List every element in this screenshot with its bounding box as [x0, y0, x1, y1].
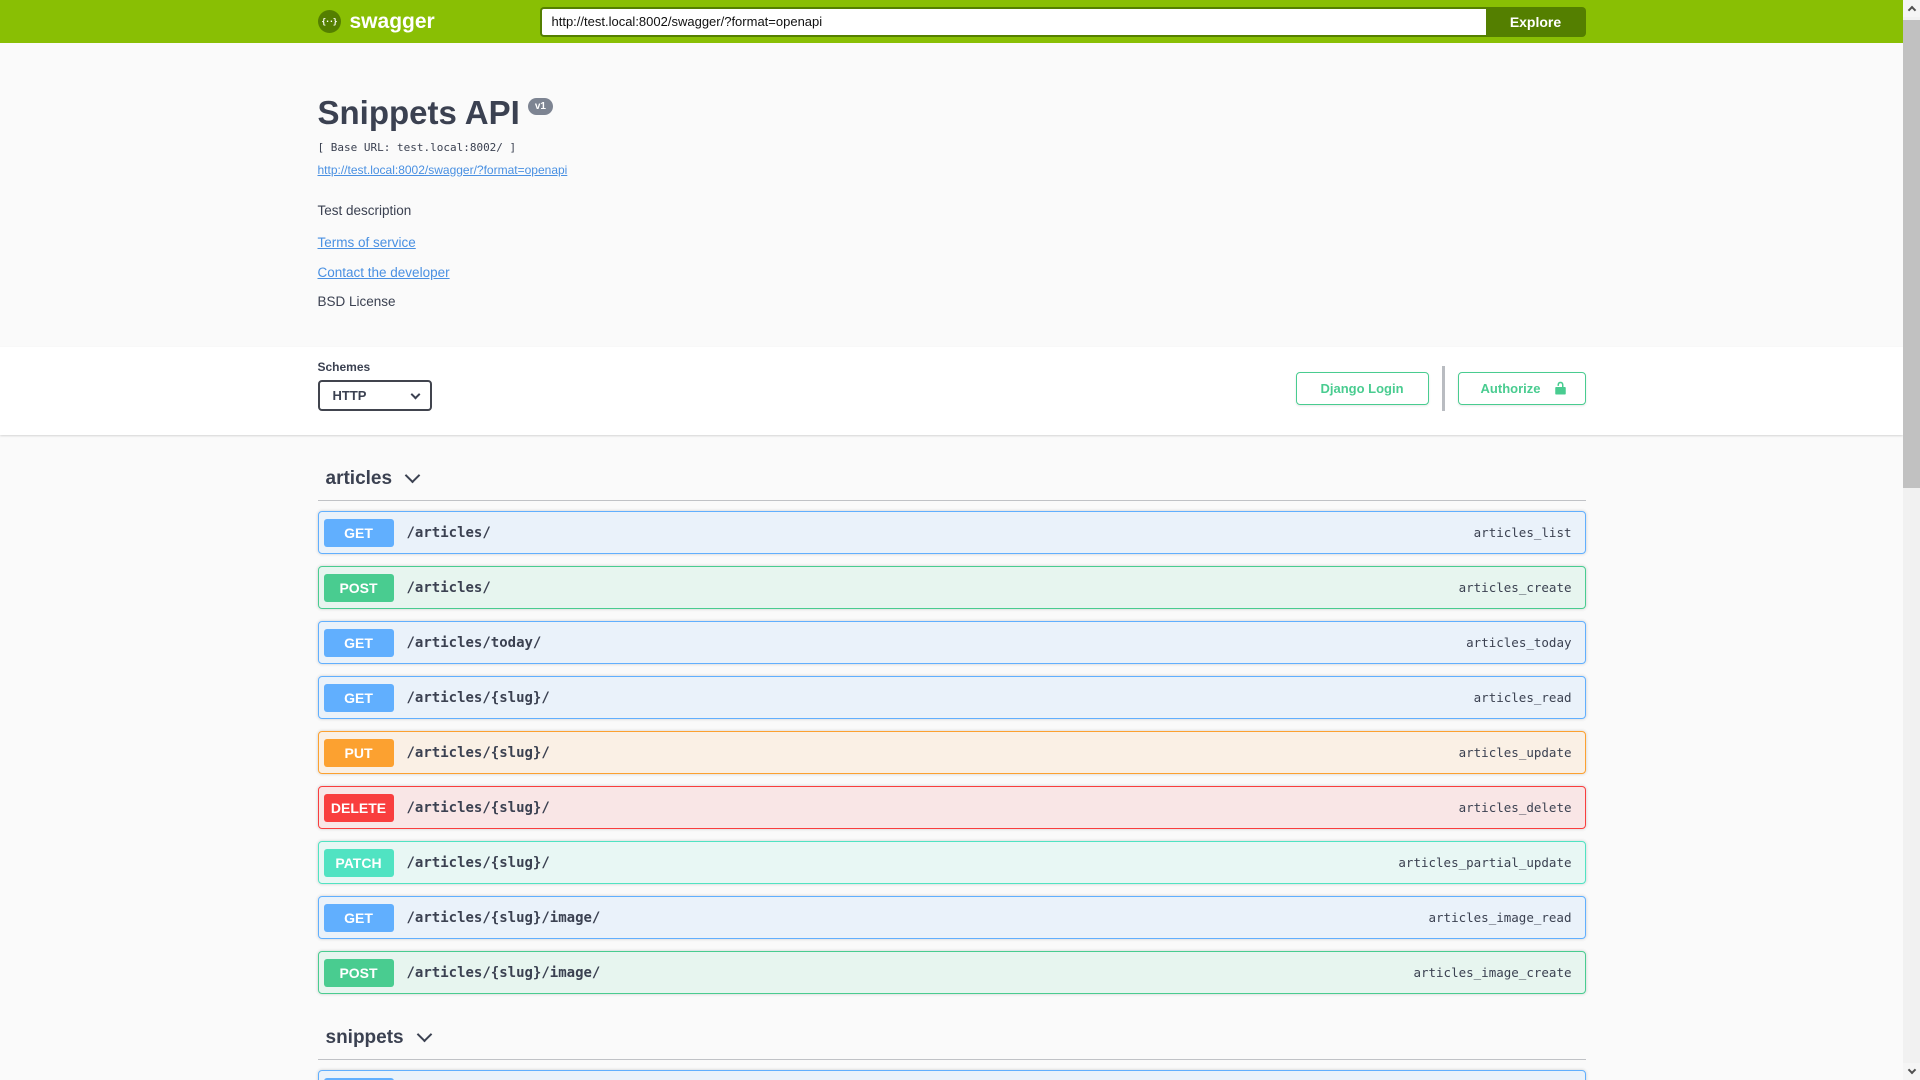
tag-label: snippets: [325, 1026, 404, 1048]
tag-header-articles[interactable]: articles: [317, 457, 1586, 501]
operation-row[interactable]: GET /articles/{slug}/ articles_read: [317, 676, 1586, 719]
scrollbar-up-button[interactable]: [1903, 0, 1920, 17]
auth-divider: [1441, 366, 1445, 411]
method-badge: GET: [323, 683, 394, 712]
operation-row[interactable]: GET /articles/{slug}/image/ articles_ima…: [317, 896, 1586, 939]
vertical-scrollbar[interactable]: [1903, 0, 1920, 1080]
operations-list-snippets: GET /snippets/ snippets_list: [317, 1070, 1586, 1080]
operation-id: articles_partial_update: [1398, 855, 1572, 870]
operation-row[interactable]: DELETE /articles/{slug}/ articles_delete: [317, 786, 1586, 829]
method-badge: DELETE: [323, 793, 394, 822]
auth-wrapper: Django Login Authorize: [1295, 366, 1586, 411]
schemes-block: Schemes HTTP: [317, 360, 432, 411]
explore-button[interactable]: Explore: [1485, 6, 1586, 37]
version-badge: v1: [527, 98, 553, 115]
tag-header-snippets[interactable]: snippets: [317, 1016, 1586, 1060]
operation-row[interactable]: GET /snippets/ snippets_list: [317, 1070, 1586, 1080]
authorize-label: Authorize: [1480, 381, 1541, 396]
spec-link[interactable]: http://test.local:8002/swagger/?format=o…: [318, 163, 568, 177]
operation-path: /articles/{slug}/: [406, 689, 550, 706]
chevron-down-icon: [410, 389, 420, 399]
operation-id: articles_delete: [1458, 800, 1572, 815]
swagger-logo[interactable]: {··} swagger: [317, 9, 540, 34]
operation-path: /articles/today/: [406, 634, 542, 651]
api-description: Test description: [317, 203, 412, 218]
operations-section: articles GET /articles/ articles_list PO…: [0, 457, 1903, 1080]
method-badge: PUT: [323, 738, 394, 767]
schemes-select[interactable]: HTTP: [317, 380, 432, 411]
django-login-button[interactable]: Django Login: [1295, 372, 1429, 405]
authorize-button[interactable]: Authorize: [1457, 372, 1586, 405]
operation-id: articles_create: [1458, 580, 1572, 595]
operation-id: articles_today: [1466, 635, 1572, 650]
operation-path: /articles/{slug}/image/: [406, 964, 601, 981]
tag-label: articles: [325, 467, 393, 489]
terms-of-service-link[interactable]: Terms of service: [318, 235, 416, 250]
operation-row[interactable]: PATCH /articles/{slug}/ articles_partial…: [317, 841, 1586, 884]
operation-path: /articles/{slug}/: [406, 854, 550, 871]
schemes-label: Schemes: [317, 360, 371, 374]
operation-path: /articles/: [406, 524, 491, 541]
chevron-down-icon: [404, 467, 421, 483]
scrollbar-thumb[interactable]: [1903, 20, 1920, 488]
arrow-up-icon: [1907, 5, 1916, 15]
scheme-container: Schemes HTTP Django Login Authorize: [0, 347, 1903, 435]
spec-url-input[interactable]: [539, 6, 1486, 37]
operation-path: /articles/: [406, 579, 491, 596]
operation-row[interactable]: POST /articles/ articles_create: [317, 566, 1586, 609]
contact-developer-link[interactable]: Contact the developer: [318, 265, 450, 280]
page: {··} swagger Explore Snippets API v1 [ B…: [0, 0, 1903, 1080]
operation-path: /articles/{slug}/: [406, 744, 550, 761]
method-badge: GET: [323, 628, 394, 657]
method-badge: POST: [323, 573, 394, 602]
operation-row[interactable]: GET /articles/today/ articles_today: [317, 621, 1586, 664]
method-badge: POST: [323, 958, 394, 987]
operation-path: /articles/{slug}/: [406, 799, 550, 816]
info-section: Snippets API v1 [ Base URL: test.local:8…: [0, 43, 1903, 347]
schemes-selected-value: HTTP: [332, 388, 367, 403]
operation-id: articles_update: [1458, 745, 1572, 760]
chevron-down-icon: [416, 1026, 432, 1042]
scrollbar-down-button[interactable]: [1903, 1063, 1920, 1080]
method-badge: PATCH: [323, 848, 394, 877]
operation-row[interactable]: PUT /articles/{slug}/ articles_update: [317, 731, 1586, 774]
topbar: {··} swagger Explore: [0, 0, 1903, 43]
swagger-logo-text: swagger: [349, 9, 435, 33]
operation-row[interactable]: GET /articles/ articles_list: [317, 511, 1586, 554]
page-title: Snippets API v1: [318, 93, 1586, 133]
explore-form: Explore: [539, 6, 1586, 37]
operation-id: articles_list: [1473, 525, 1572, 540]
method-badge: GET: [323, 518, 394, 547]
arrow-down-icon: [1907, 1065, 1916, 1075]
operation-id: articles_image_create: [1413, 965, 1572, 980]
swagger-braces-icon: {··}: [317, 10, 341, 33]
operation-path: /articles/{slug}/image/: [406, 909, 601, 926]
operation-row[interactable]: POST /articles/{slug}/image/ articles_im…: [317, 951, 1586, 994]
operations-list-articles: GET /articles/ articles_list POST /artic…: [317, 511, 1586, 994]
unlock-icon: [1553, 380, 1568, 397]
operation-id: articles_read: [1473, 690, 1572, 705]
base-url: [ Base URL: test.local:8002/ ]: [317, 141, 517, 154]
method-badge: GET: [323, 903, 394, 932]
operation-id: articles_image_read: [1428, 910, 1572, 925]
api-title-text: Snippets API: [317, 94, 520, 131]
license-text: BSD License: [317, 294, 396, 309]
